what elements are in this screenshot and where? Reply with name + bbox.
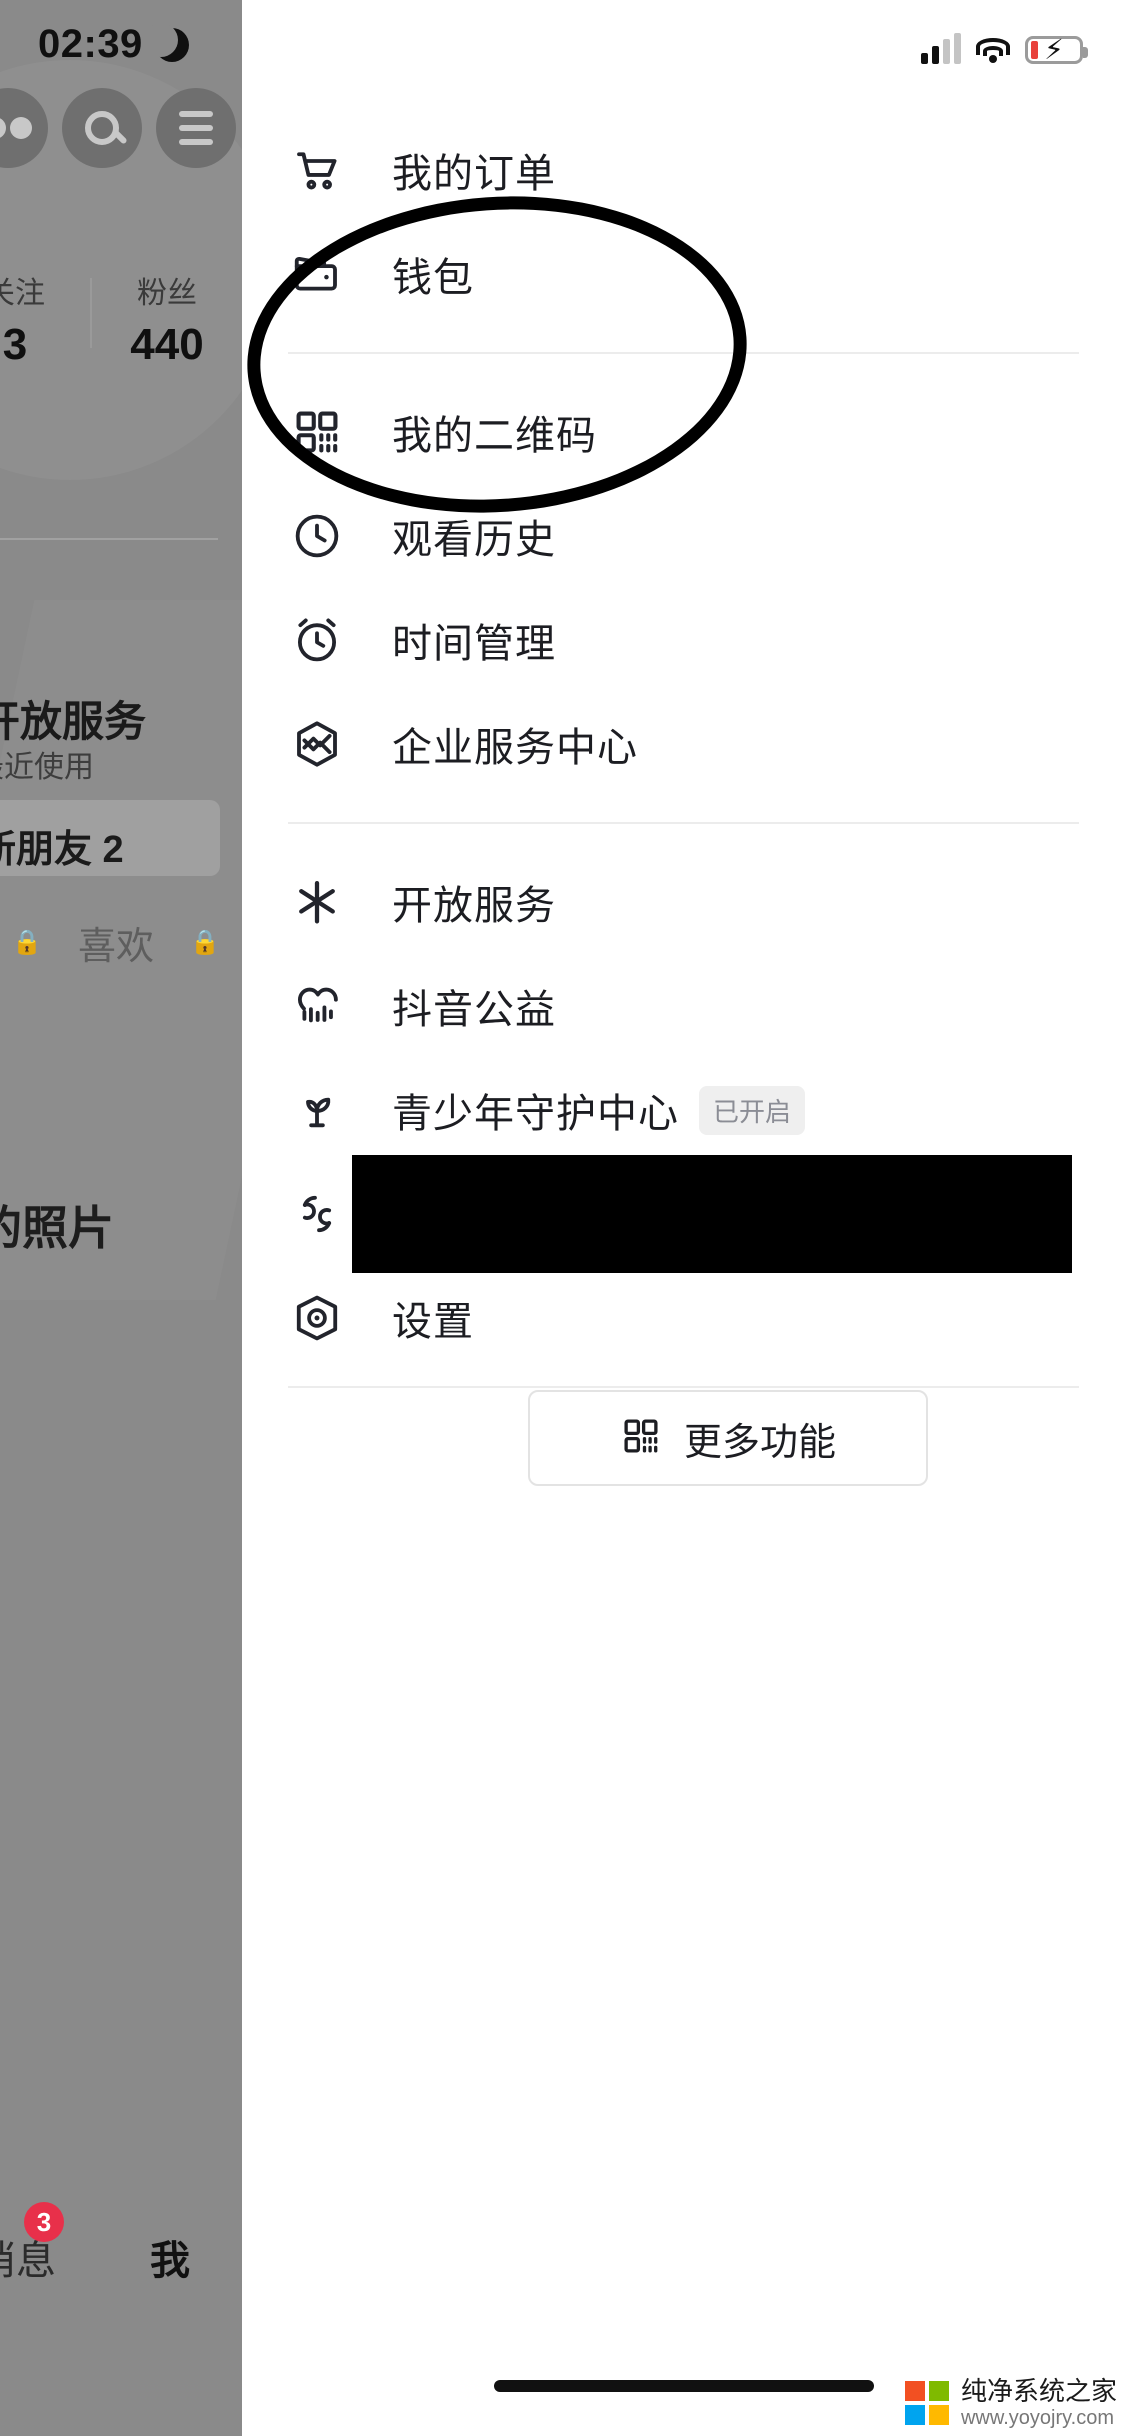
- backdrop-recent-used: 最近使用: [0, 751, 94, 784]
- stat-label: 关注: [0, 277, 45, 310]
- backdrop-friend-label: 新朋友 2: [0, 829, 124, 871]
- search-icon: [85, 111, 119, 145]
- stat-value: 440: [130, 320, 204, 369]
- menu-item-settings[interactable]: 设置: [242, 1266, 1125, 1370]
- watermark: 纯净系统之家 www.yoyojry.com: [896, 2371, 1125, 2436]
- wifi-icon: [975, 36, 1011, 64]
- people-icon: [0, 117, 32, 139]
- menu-separator-1: [288, 352, 1079, 354]
- menu-item-label: 观看历史: [392, 518, 556, 562]
- menu-item-label: 我的二维码: [392, 414, 597, 458]
- menu-item-wallet[interactable]: 钱包: [242, 222, 1125, 326]
- more-functions-label: 更多功能: [683, 1421, 836, 1464]
- cellular-signal-icon: [921, 33, 961, 64]
- backdrop-likes-tab[interactable]: 喜欢: [78, 915, 154, 970]
- drawer-menu-list: 我的订单 钱包 我的二维码 观看历史 时间管理 企业服务中心 开放服务 抖音公益…: [242, 118, 1125, 1404]
- menu-separator-2: [288, 822, 1079, 824]
- side-drawer-panel: ⚡ 我的订单 钱包 我的二维码 观看历史 时间管理 企业服务中心 开放服务 抖音…: [242, 0, 1125, 2436]
- headphones-icon: [288, 1185, 346, 1243]
- backdrop-tab-bar: 消息 3 我: [0, 2202, 232, 2286]
- heart-pulse-icon: [288, 977, 346, 1035]
- tab-messages[interactable]: 消息 3: [0, 2202, 64, 2286]
- stat-value: 3: [2, 320, 28, 369]
- menu-item-label: 开放服务: [392, 884, 556, 928]
- menu-item-douyin-charity[interactable]: 抖音公益: [242, 954, 1125, 1058]
- grid-apps-icon: [620, 1415, 662, 1462]
- hamburger-icon: [179, 111, 213, 145]
- backdrop-divider: [0, 538, 218, 540]
- watermark-url: www.yoyojry.com: [960, 2407, 1114, 2429]
- sprout-icon: [288, 1081, 346, 1139]
- menu-item-label: 我的订单: [392, 152, 556, 196]
- profile-stats: 关注 3 粉丝 440: [0, 268, 242, 370]
- menu-item-time-management[interactable]: 时间管理: [242, 588, 1125, 692]
- clock-icon: [288, 507, 346, 565]
- stat-following[interactable]: 关注 3: [0, 268, 90, 370]
- hexagon-cube-icon: [288, 715, 346, 773]
- wallet-icon: [288, 245, 346, 303]
- asterisk-star-icon: [288, 873, 346, 931]
- backdrop-open-service-title: 开放服务: [0, 698, 147, 745]
- search-button[interactable]: [62, 88, 142, 168]
- lock-icon-left: 🔒: [12, 929, 42, 956]
- alarm-clock-icon: [288, 611, 346, 669]
- tab-me[interactable]: 我: [150, 2228, 190, 2286]
- menu-item-label: 钱包: [392, 256, 474, 300]
- friends-button[interactable]: [0, 88, 48, 168]
- watermark-name: 纯净系统之家: [960, 2376, 1117, 2407]
- menu-item-my-orders[interactable]: 我的订单: [242, 118, 1125, 222]
- status-bar-right: ⚡: [921, 33, 1088, 64]
- tab-messages-label: 消息: [0, 2239, 56, 2283]
- menu-item-label: 企业服务中心: [392, 726, 638, 770]
- backdrop-like-tab-row: 🔒 喜欢 🔒: [0, 915, 232, 970]
- battery-charging-icon: ⚡: [1025, 36, 1088, 64]
- menu-item-label: 设置: [392, 1300, 474, 1344]
- menu-item-enterprise-service-center[interactable]: 企业服务中心: [242, 692, 1125, 796]
- settings-target-icon: [288, 1289, 346, 1347]
- menu-separator-3: [288, 1386, 1079, 1388]
- qr-code-icon: [288, 403, 346, 461]
- menu-item-teen-guardian-center[interactable]: 青少年守护中心 已开启: [242, 1058, 1125, 1162]
- menu-item-label: 青少年守护中心: [392, 1092, 679, 1136]
- menu-item-redacted[interactable]: [242, 1155, 1125, 1273]
- menu-button[interactable]: [156, 88, 236, 168]
- backdrop-top-actions: [0, 88, 236, 168]
- backdrop-status-bar: 02:39: [38, 22, 189, 67]
- menu-item-open-service[interactable]: 开放服务: [242, 850, 1125, 954]
- shopping-cart-icon: [288, 141, 346, 199]
- backdrop-photos-title: 的照片: [0, 1202, 114, 1254]
- menu-item-label: 时间管理: [392, 622, 556, 666]
- menu-item-watch-history[interactable]: 观看历史: [242, 484, 1125, 588]
- menu-item-my-qr-code[interactable]: 我的二维码: [242, 380, 1125, 484]
- status-badge: 已开启: [699, 1085, 806, 1135]
- dimmed-background-page[interactable]: 02:39 关注 3 粉丝 440 开放服务 最近使用 新朋友 2 🔒 喜欢 🔒: [0, 0, 242, 2436]
- more-functions-button[interactable]: 更多功能: [528, 1390, 928, 1486]
- windows-logo-icon: [904, 2380, 951, 2427]
- messages-badge: 3: [24, 2202, 64, 2242]
- home-indicator[interactable]: [493, 2380, 874, 2392]
- stat-followers[interactable]: 粉丝 440: [92, 268, 242, 370]
- status-time: 02:39: [38, 22, 143, 66]
- menu-item-label: 抖音公益: [392, 988, 556, 1032]
- stat-label: 粉丝: [137, 277, 197, 310]
- lock-icon-right: 🔒: [190, 929, 220, 956]
- moon-icon: [143, 22, 189, 62]
- redaction-bar: [352, 1155, 1072, 1273]
